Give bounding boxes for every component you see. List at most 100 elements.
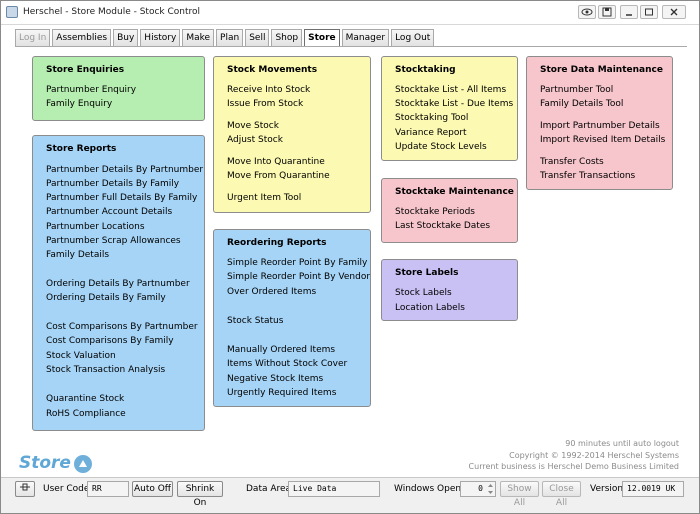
link-ordering-details-by-partnumber[interactable]: Ordering Details By Partnumber [46, 279, 190, 289]
link-ordering-details-by-family[interactable]: Ordering Details By Family [46, 293, 166, 303]
link-partnumber-enquiry[interactable]: Partnumber Enquiry [46, 85, 136, 95]
link-cost-comparisons-by-family[interactable]: Cost Comparisons By Family [46, 336, 174, 346]
current-business-text: Current business is Herschel Demo Busine… [468, 462, 679, 471]
minimize-icon[interactable] [620, 5, 638, 19]
link-family-details[interactable]: Family Details [46, 250, 109, 260]
link-transfer-transactions[interactable]: Transfer Transactions [540, 171, 635, 181]
auto-logout-text: 90 minutes until auto logout [565, 439, 679, 448]
link-import-revised-item-details[interactable]: Import Revised Item Details [540, 135, 665, 145]
panel-title: Store Enquiries [46, 65, 125, 75]
tab-store[interactable]: Store [304, 29, 340, 47]
copyright-text: Copyright © 1992-2014 Herschel Systems [509, 451, 679, 460]
shrink-on-button[interactable]: Shrink On [177, 481, 223, 508]
data-area-label: Data Area [246, 484, 292, 494]
tab-log-out[interactable]: Log Out [391, 29, 435, 46]
show-all-button[interactable]: Show All [500, 481, 539, 508]
panel-reordering-reports: Reordering Reports Simple Reorder Point … [213, 229, 371, 407]
windows-open-label: Windows Open [394, 484, 462, 494]
link-issue-from-stock[interactable]: Issue From Stock [227, 99, 303, 109]
link-stock-status[interactable]: Stock Status [227, 316, 283, 326]
link-last-stocktake-dates[interactable]: Last Stocktake Dates [395, 221, 490, 231]
close-all-button[interactable]: Close All [542, 481, 581, 508]
panel-title: Reordering Reports [227, 238, 327, 248]
panel-store-labels: Store Labels Stock Labels Location Label… [381, 259, 518, 321]
link-transfer-costs[interactable]: Transfer Costs [540, 157, 604, 167]
link-stocktaking-tool[interactable]: Stocktaking Tool [395, 113, 468, 123]
link-partnumber-locations[interactable]: Partnumber Locations [46, 222, 145, 232]
link-partnumber-tool[interactable]: Partnumber Tool [540, 85, 613, 95]
tab-sell[interactable]: Sell [245, 29, 270, 46]
link-stock-labels[interactable]: Stock Labels [395, 288, 452, 298]
link-simple-reorder-point-by-family[interactable]: Simple Reorder Point By Family [227, 258, 367, 268]
link-over-ordered-items[interactable]: Over Ordered Items [227, 287, 316, 297]
spinner-icon[interactable] [486, 482, 495, 496]
panel-title: Store Labels [395, 268, 459, 278]
link-family-details-tool[interactable]: Family Details Tool [540, 99, 623, 109]
link-rohs-compliance[interactable]: RoHS Compliance [46, 409, 126, 419]
title-bar: Herschel - Store Module - Stock Control [1, 1, 699, 25]
user-code-field: RR [87, 481, 129, 497]
window-title: Herschel - Store Module - Stock Control [23, 7, 200, 17]
link-location-labels[interactable]: Location Labels [395, 303, 465, 313]
link-adjust-stock[interactable]: Adjust Stock [227, 135, 283, 145]
link-stocktake-list-due-items[interactable]: Stocktake List - Due Items [395, 99, 513, 109]
link-partnumber-details-by-partnumber[interactable]: Partnumber Details By Partnumber [46, 165, 203, 175]
tab-buy[interactable]: Buy [113, 29, 139, 46]
version-field: 12.0019 UK [622, 481, 684, 497]
link-partnumber-details-by-family[interactable]: Partnumber Details By Family [46, 179, 179, 189]
auto-off-button[interactable]: Auto Off [132, 481, 173, 497]
link-partnumber-account-details[interactable]: Partnumber Account Details [46, 207, 172, 217]
link-stocktake-periods[interactable]: Stocktake Periods [395, 207, 475, 217]
store-logo: Store [19, 453, 71, 473]
link-manually-ordered-items[interactable]: Manually Ordered Items [227, 345, 335, 355]
tab-manager[interactable]: Manager [341, 29, 390, 46]
link-stocktake-list-all-items[interactable]: Stocktake List - All Items [395, 85, 506, 95]
user-code-label: User Code [43, 484, 90, 494]
tab-make[interactable]: Make [182, 29, 215, 46]
store-logo-icon [74, 455, 92, 473]
eye-icon[interactable] [578, 5, 596, 19]
tab-shop[interactable]: Shop [271, 29, 303, 46]
panel-title: Store Reports [46, 144, 117, 154]
link-family-enquiry[interactable]: Family Enquiry [46, 99, 112, 109]
tab-log-in: Log In [15, 29, 51, 46]
link-urgent-item-tool[interactable]: Urgent Item Tool [227, 193, 301, 203]
link-urgently-required-items[interactable]: Urgently Required Items [227, 388, 336, 398]
link-quarantine-stock[interactable]: Quarantine Stock [46, 394, 124, 404]
link-stock-valuation[interactable]: Stock Valuation [46, 351, 116, 361]
pin-icon[interactable] [15, 481, 35, 497]
panel-store-reports: Store Reports Partnumber Details By Part… [32, 135, 205, 431]
close-icon[interactable] [662, 5, 686, 19]
link-import-partnumber-details[interactable]: Import Partnumber Details [540, 121, 660, 131]
link-variance-report[interactable]: Variance Report [395, 128, 467, 138]
link-move-stock[interactable]: Move Stock [227, 121, 279, 131]
panel-stocktake-maintenance: Stocktake Maintenance Stocktake Periods … [381, 178, 518, 243]
link-simple-reorder-point-by-vendor[interactable]: Simple Reorder Point By Vendor [227, 272, 370, 282]
maximize-icon[interactable] [640, 5, 658, 19]
data-area-field: Live Data [288, 481, 380, 497]
link-partnumber-scrap-allowances[interactable]: Partnumber Scrap Allowances [46, 236, 181, 246]
link-receive-into-stock[interactable]: Receive Into Stock [227, 85, 310, 95]
link-move-from-quarantine[interactable]: Move From Quarantine [227, 171, 330, 181]
panel-stocktaking: Stocktaking Stocktake List - All Items S… [381, 56, 518, 161]
link-cost-comparisons-by-partnumber[interactable]: Cost Comparisons By Partnumber [46, 322, 198, 332]
module-tabs: Log In Assemblies Buy History Make Plan … [15, 29, 436, 47]
panel-store-data-maintenance: Store Data Maintenance Partnumber Tool F… [526, 56, 673, 190]
link-items-without-stock-cover[interactable]: Items Without Stock Cover [227, 359, 347, 369]
link-stock-transaction-analysis[interactable]: Stock Transaction Analysis [46, 365, 165, 375]
herschel-app-icon [6, 6, 18, 18]
link-update-stock-levels[interactable]: Update Stock Levels [395, 142, 487, 152]
panel-title: Stocktaking [395, 65, 456, 75]
link-negative-stock-items[interactable]: Negative Stock Items [227, 374, 323, 384]
tab-divider [15, 46, 687, 47]
panel-title: Store Data Maintenance [540, 65, 663, 75]
panel-store-enquiries: Store Enquiries Partnumber Enquiry Famil… [32, 56, 205, 121]
save-icon[interactable] [598, 5, 616, 19]
link-move-into-quarantine[interactable]: Move Into Quarantine [227, 157, 325, 167]
tab-assemblies[interactable]: Assemblies [52, 29, 112, 46]
tab-plan[interactable]: Plan [216, 29, 244, 46]
panel-title: Stock Movements [227, 65, 318, 75]
panel-stock-movements: Stock Movements Receive Into Stock Issue… [213, 56, 371, 213]
tab-history[interactable]: History [140, 29, 181, 46]
link-partnumber-full-details-by-family[interactable]: Partnumber Full Details By Family [46, 193, 197, 203]
